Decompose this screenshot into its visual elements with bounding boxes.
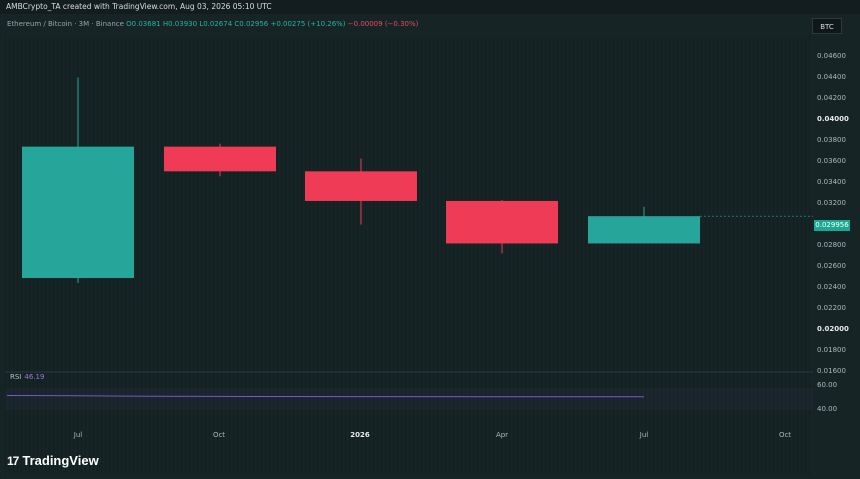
price-tick: 0.02200 bbox=[817, 304, 846, 312]
last-price-tag: 0.029956 bbox=[814, 220, 850, 231]
price-tick: 0.01600 bbox=[817, 367, 846, 375]
price-tick: 0.02000 bbox=[817, 325, 849, 333]
price-tick: 0.04000 bbox=[817, 115, 849, 123]
time-label-oct-2026: Oct bbox=[778, 431, 792, 439]
price-tick: 0.03800 bbox=[817, 136, 846, 144]
price-tick: 0.04200 bbox=[817, 94, 846, 102]
rsi-band bbox=[5, 388, 813, 410]
candle-body[interactable] bbox=[446, 200, 558, 244]
price-tick: 0.03200 bbox=[817, 199, 846, 207]
brand-name: TradingView bbox=[22, 453, 99, 468]
time-label-apr-2026: Apr bbox=[495, 431, 509, 439]
price-tick: 0.04400 bbox=[817, 73, 846, 81]
time-label-jul-2026: Jul bbox=[639, 431, 649, 439]
candle-body[interactable] bbox=[22, 146, 134, 279]
tradingview-brand[interactable]: 17 TradingView bbox=[7, 453, 99, 468]
price-scale[interactable]: 0.04600 0.04400 0.04200 0.04000 0.03800 0.036… bbox=[815, 40, 860, 430]
rsi-tick-40: 40.00 bbox=[817, 405, 838, 413]
price-tick: 0.03400 bbox=[817, 178, 846, 186]
price-tick: 0.02600 bbox=[817, 262, 846, 270]
rsi-indicator-label[interactable]: RSI 46.19 bbox=[10, 373, 44, 381]
time-label-2026: 2026 bbox=[350, 431, 370, 439]
rsi-value: 46.19 bbox=[24, 373, 45, 381]
price-tick: 0.01800 bbox=[817, 346, 846, 354]
price-tick: 0.02800 bbox=[817, 241, 846, 249]
price-tick: 0.03600 bbox=[817, 157, 846, 165]
candle-body[interactable] bbox=[305, 171, 417, 201]
time-label-oct-2025: Oct bbox=[212, 431, 226, 439]
candle-body[interactable] bbox=[164, 146, 276, 172]
candlestick-chart[interactable] bbox=[0, 0, 860, 479]
price-tick: 0.04600 bbox=[817, 52, 846, 60]
rsi-tick-60: 60.00 bbox=[817, 381, 838, 389]
candle-body[interactable] bbox=[588, 216, 700, 244]
price-tick: 0.02400 bbox=[817, 283, 846, 291]
rsi-name: RSI bbox=[10, 373, 22, 381]
tradingview-logo-icon: 17 bbox=[7, 453, 19, 468]
time-label-jul-2025: Jul bbox=[73, 431, 83, 439]
